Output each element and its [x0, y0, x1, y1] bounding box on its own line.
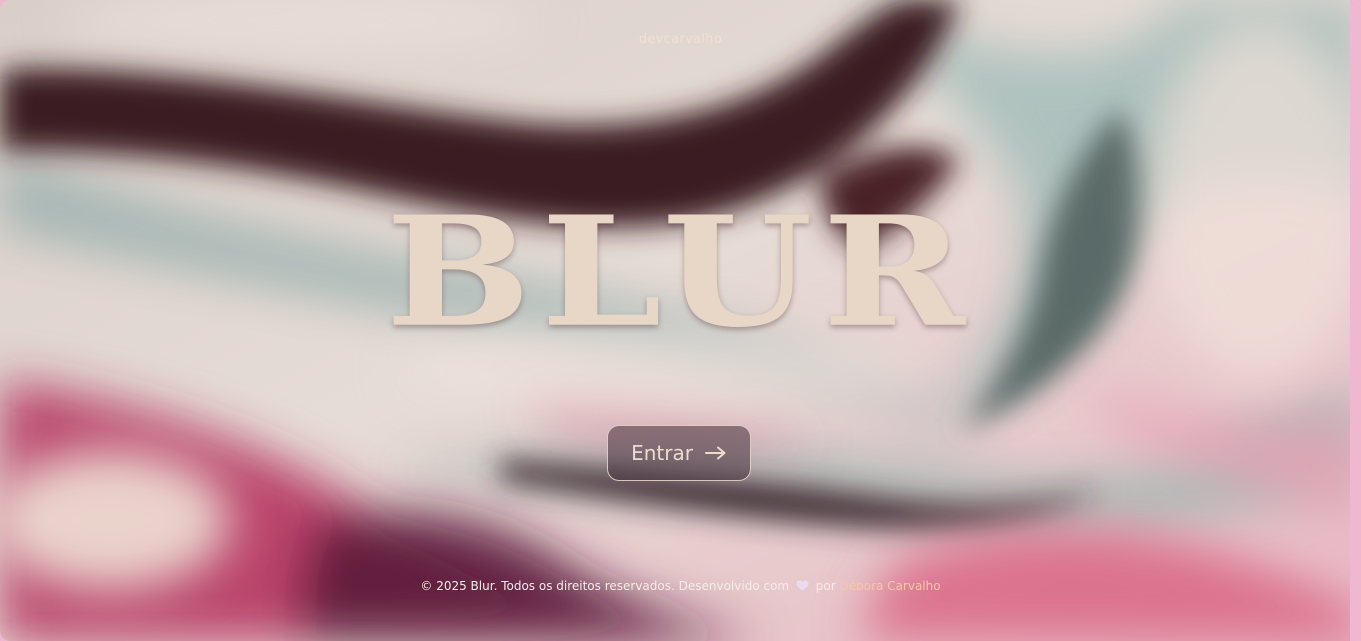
arrow-right-icon — [704, 446, 727, 460]
landing-page: devcarvalho BLUR Entrar © 2025 Blur. Tod… — [0, 0, 1361, 641]
enter-button-label: Entrar — [631, 441, 693, 465]
author-link[interactable]: Débora Carvalho — [840, 579, 941, 593]
enter-button[interactable]: Entrar — [607, 425, 751, 481]
footer: © 2025 Blur. Todos os direitos reservado… — [0, 579, 1361, 594]
copyright-text: © 2025 Blur. Todos os direitos reservado… — [420, 579, 790, 593]
heart-icon — [796, 580, 809, 594]
hero-title: BLUR — [385, 182, 976, 361]
brand-label[interactable]: devcarvalho — [0, 32, 1361, 47]
footer-by-text: por — [815, 579, 836, 593]
